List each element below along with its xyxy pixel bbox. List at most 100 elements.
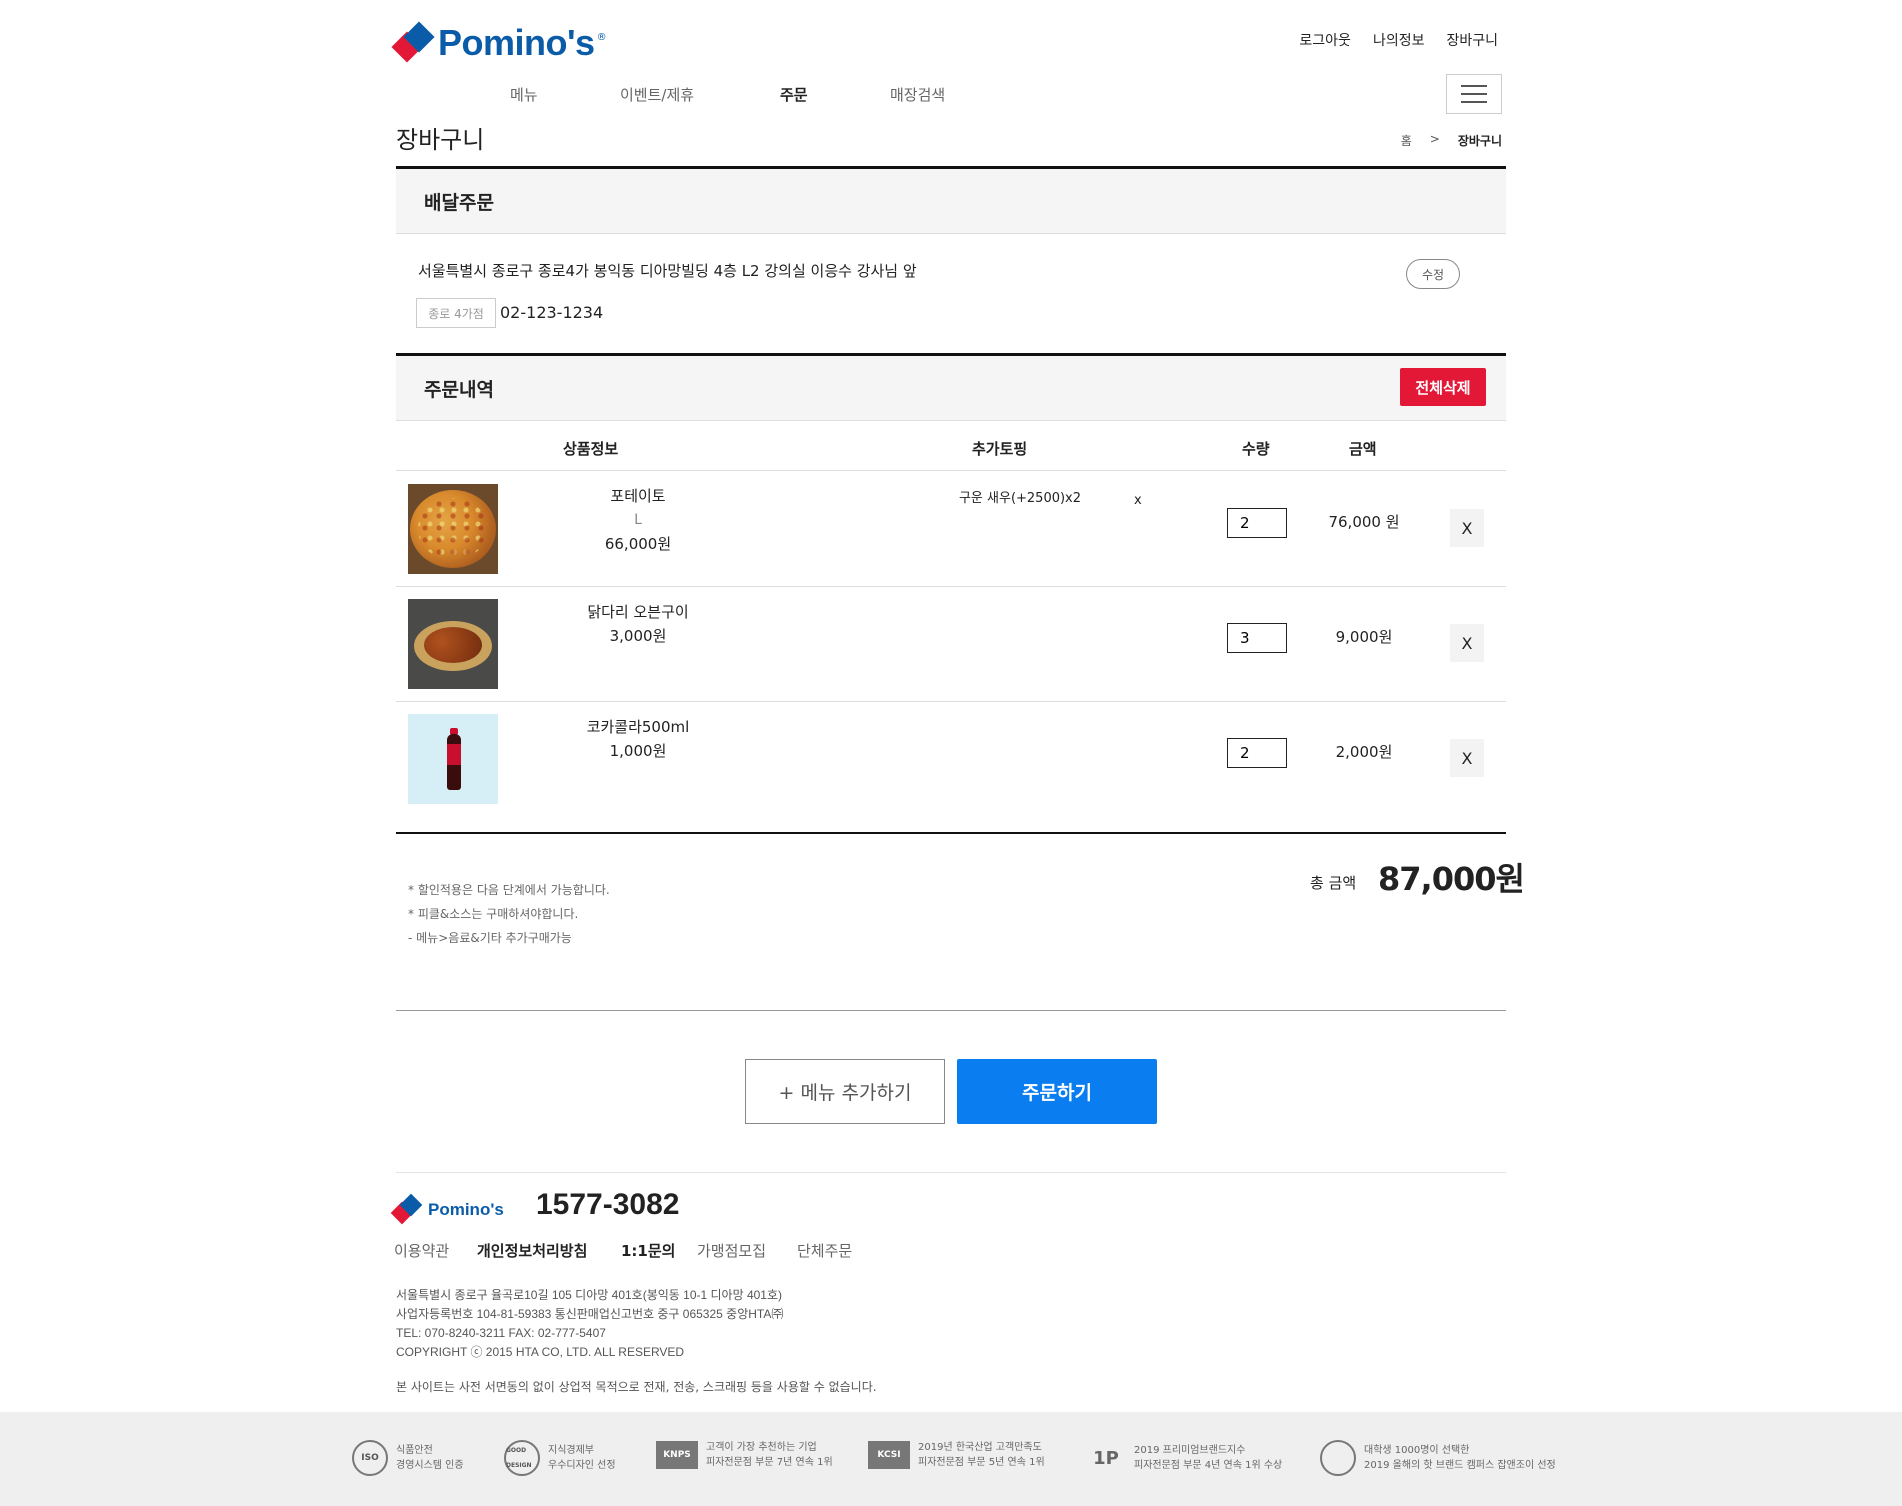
order-section-header: 주문내역 [396,353,1506,421]
campus-brand-icon [1320,1440,1356,1476]
product-name: 코카콜라500ml [586,718,690,736]
note: * 할인적용은 다음 단계에서 가능합니다. [408,883,610,897]
breadcrumb-home[interactable]: 홈 [1401,132,1412,149]
product-info: 코카콜라500ml 1,000원 [540,715,736,763]
logout-link[interactable]: 로그아웃 [1299,30,1351,50]
info-line: TEL: 070-8240-3211 FAX: 02-777-5407 [396,1326,606,1340]
info-line: 서울특별시 종로구 율곡로10길 105 디아망 401호(봉익동 10-1 디… [396,1288,783,1302]
delete-all-button[interactable]: 전체삭제 [1400,368,1486,406]
breadcrumb-current: 장바구니 [1457,134,1502,148]
cert-line: 피자전문점 부문 4년 연속 1위 수상 [1134,1460,1283,1471]
item-amount: 2,000원 [1335,743,1393,761]
nav-order[interactable]: 주문 [780,84,890,105]
product-info: 닭다리 오븐구이 3,000원 [540,600,736,648]
divider [396,1010,1506,1011]
company-info: 서울특별시 종로구 율곡로10길 105 디아망 401호(봉익동 10-1 디… [396,1286,783,1362]
knps-icon: KNPS [656,1441,698,1469]
divider [396,701,1506,702]
store-phone: 02-123-1234 [500,303,604,322]
info-line: COPYRIGHT ⓒ 2015 HTA CO, LTD. ALL RESERV… [396,1345,685,1359]
remove-item-button[interactable]: X [1450,739,1484,777]
good-design-icon: GOOD DESIGN [504,1440,540,1476]
iso-icon: ISO [352,1440,388,1476]
logo-mark-icon [391,21,435,63]
hamburger-menu-icon[interactable] [1446,74,1502,114]
checkout-button[interactable]: 주문하기 [957,1059,1157,1124]
cart-link[interactable]: 장바구니 [1446,30,1498,50]
col-extra-topping: 추가토핑 [972,440,1028,458]
footer-logo-text: Pomino's [428,1200,504,1219]
cert-item: KCSI 2019년 한국산업 고객만족도 피자전문점 부문 5년 연속 1위 [868,1440,1045,1470]
topping-label: 구운 새우(+2500)x2 [958,491,1082,506]
brand-logo[interactable]: Pomino's ® [391,21,607,64]
remove-topping-button[interactable]: x [1134,493,1142,508]
order-notes: * 할인적용은 다음 단계에서 가능합니다. * 피클&소스는 구매하셔야합니다… [408,878,610,950]
product-price: 66,000원 [604,535,672,553]
item-amount: 76,000 원 [1328,513,1400,531]
delivery-address: 서울특별시 종로구 종로4가 봉익동 디아망빌딩 4층 L2 강의실 이응수 강… [418,262,917,280]
breadcrumb: 홈 > 장바구니 [1401,132,1502,149]
total-value: 87,000원 [1378,860,1525,898]
quantity-input[interactable] [1227,623,1287,653]
footer-links: 이용약관 개인정보처리방침 1:1문의 가맹점모집 단체주문 [394,1240,852,1261]
remove-item-button[interactable]: X [1450,509,1484,547]
product-info: 포테이토 L 66,000원 [540,484,736,556]
inquiry-link[interactable]: 1:1문의 [621,1240,697,1261]
delivery-section-header: 배달주문 [396,166,1506,234]
cert-line: 지식경제부 [548,1445,594,1456]
total-label: 총 금액 [1310,874,1357,892]
page-title: 장바구니 [396,126,485,154]
product-image-chicken [408,599,498,689]
product-image-potato-pizza [408,484,498,574]
cert-item: KNPS 고객이 가장 추천하는 기업 피자전문점 부문 7년 연속 1위 [656,1440,833,1470]
cert-line: 피자전문점 부문 7년 연속 1위 [706,1457,833,1468]
store-tag: 종로 4가점 [416,298,496,328]
cert-item: 대학생 1000명이 선택한 2019 올해의 핫 브랜드 캠퍼스 잡앤조이 선정 [1320,1440,1556,1476]
nav-events[interactable]: 이벤트/제휴 [620,84,780,105]
kcsi-icon: KCSI [868,1441,910,1469]
product-name: 포테이토 [610,487,666,505]
franchise-link[interactable]: 가맹점모집 [697,1240,797,1261]
order-title: 주문내역 [424,378,494,401]
cert-line: 대학생 1000명이 선택한 [1364,1445,1470,1456]
add-menu-button[interactable]: + 메뉴 추가하기 [745,1059,945,1124]
group-order-link[interactable]: 단체주문 [797,1240,852,1261]
footer-phone: 1577-3082 [536,1188,680,1221]
registered-mark: ® [596,32,607,43]
delivery-title: 배달주문 [424,191,494,214]
divider [396,470,1506,471]
col-product-info: 상품정보 [563,440,619,458]
product-size: L [634,512,642,528]
divider [396,586,1506,587]
cert-line: 2019 올해의 핫 브랜드 캠퍼스 잡앤조이 선정 [1364,1460,1556,1471]
cert-item: 1P 2019 프리미엄브랜드지수 피자전문점 부문 4년 연속 1위 수상 [1086,1440,1282,1476]
logo-mark-icon [390,1193,423,1225]
privacy-link[interactable]: 개인정보처리방침 [477,1240,621,1261]
nav-store-search[interactable]: 매장검색 [890,84,1010,105]
my-info-link[interactable]: 나의정보 [1373,30,1425,50]
premium-brand-icon: 1P [1093,1447,1119,1469]
product-image-coke [408,714,498,804]
footer-logo[interactable]: Pomino's [390,1193,504,1225]
quantity-input[interactable] [1227,508,1287,538]
cert-line: 경영시스템 인증 [396,1460,464,1471]
quantity-input[interactable] [1227,738,1287,768]
cert-item: ISO 식품안전경영시스템 인증 [352,1440,464,1476]
divider [396,1172,1506,1173]
cert-line: 우수디자인 선정 [548,1460,616,1471]
copyright-notice: 본 사이트는 사전 서면동의 없이 상업적 목적으로 전재, 전송, 스크래핑 … [396,1380,877,1394]
col-amount: 금액 [1349,440,1377,458]
terms-link[interactable]: 이용약관 [394,1240,477,1261]
cert-item: GOOD DESIGN 지식경제부우수디자인 선정 [504,1440,616,1476]
product-name: 닭다리 오븐구이 [587,603,689,621]
remove-item-button[interactable]: X [1450,624,1484,662]
cert-line: 피자전문점 부문 5년 연속 1위 [918,1457,1045,1468]
product-price: 3,000원 [609,627,667,645]
info-line: 사업자등록번호 104-81-59383 통신판매업신고번호 중구 065325… [396,1307,784,1321]
note: * 피클&소스는 구매하셔야합니다. [408,907,579,921]
nav-menu[interactable]: 메뉴 [510,84,620,105]
breadcrumb-separator: > [1429,132,1440,146]
cert-line: 식품안전 [396,1445,433,1456]
note: - 메뉴>음료&기타 추가구매가능 [408,931,572,945]
edit-address-button[interactable]: 수정 [1406,259,1460,289]
